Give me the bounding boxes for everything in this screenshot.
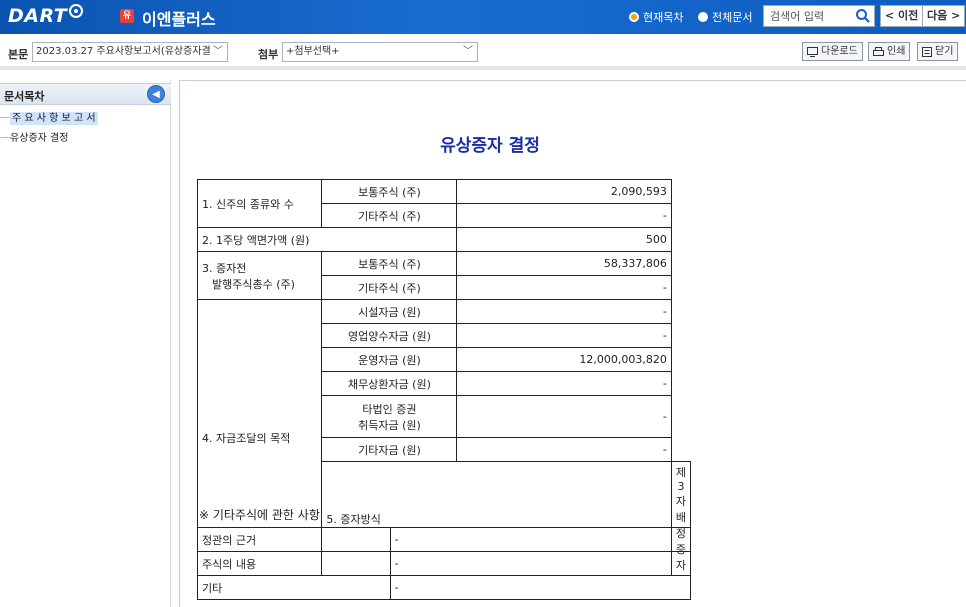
table-cell-value: 58,337,806 [456, 251, 672, 276]
table-cell-sublabel-line: 타법인 증권 [362, 402, 417, 416]
sidebar-item-label: 주 요 사 항 보 고 서 [10, 112, 98, 125]
table-cell-label: 정관의 근거 [197, 527, 391, 552]
close-doc-icon [922, 46, 932, 57]
search-input[interactable]: 검색어 입력 [763, 5, 875, 27]
table-cell-sublabel: 보통주식 (주) [321, 179, 458, 204]
table-cell-label-line: 발행주식총수 (주) [212, 277, 295, 291]
close-label: 닫기 [935, 46, 954, 57]
table-cell-sublabel: 타법인 증권 취득자금 (원) [321, 395, 458, 438]
table-cell-sublabel: 기타주식 (주) [321, 203, 458, 228]
top-header: DART 유 이엔플러스 현재목차 전체문서 검색어 입력 < 이전 다음 > [0, 0, 966, 34]
radio-off-icon [698, 12, 708, 22]
body-label: 본문 [8, 48, 29, 61]
table-row: 4. 자금조달의 목적 시설자금 (원) - [196, 299, 691, 576]
download-button[interactable]: 다운로드 [802, 42, 863, 61]
sidebar-item-rights-offering[interactable]: ┈┈유상증자 결정 [0, 129, 68, 144]
scope-current-option[interactable]: 현재목차 [629, 9, 683, 25]
table-cell-sublabel: 시설자금 (원) [321, 299, 458, 324]
table-cell-value: 12,000,003,820 [456, 347, 672, 372]
table-cell-value: - [456, 323, 672, 348]
table-cell-value: - [456, 395, 672, 438]
table-row: 2. 1주당 액면가액 (원) 500 [196, 227, 691, 252]
table-row: 정관의 근거 - [197, 527, 692, 552]
printer-icon [873, 46, 884, 56]
attach-select-value: +첨부선택+ [286, 46, 340, 57]
dart-logo-mark-icon [68, 3, 84, 23]
table-cell-sublabel: 영업양수자금 (원) [321, 323, 458, 348]
sidebar-item-label: 유상증자 결정 [10, 133, 69, 144]
search-placeholder: 검색어 입력 [770, 10, 825, 23]
sidebar-title: 문서목차 [4, 90, 45, 103]
table-cell-value: - [456, 437, 672, 462]
scope-all-option[interactable]: 전체문서 [698, 9, 752, 25]
document-toolbar: 본문 2023.03.27 주요사항보고서(유상증자결 ﹀ 첨부 +첨부선택+ … [0, 34, 966, 70]
table-row: 기타 - [197, 575, 692, 600]
sidebar-header: 문서목차 ◀ [0, 83, 171, 105]
table-cell-value: 500 [456, 227, 672, 252]
next-button[interactable]: 다음 > [922, 5, 966, 27]
table-cell-label: 1. 신주의 종류와 수 [196, 179, 323, 228]
table-cell-value: - [389, 551, 692, 576]
scope-all-label: 전체문서 [712, 11, 753, 24]
collapse-sidebar-button[interactable]: ◀ [147, 85, 165, 103]
search-icon[interactable] [855, 8, 871, 24]
tree-line: ┈┈ [0, 133, 11, 144]
other-shares-table: 정관의 근거 - 주식의 내용 - 기타 - [197, 527, 692, 600]
chevron-down-icon: ﹀ [463, 46, 473, 57]
table-cell-label: 기타 [197, 575, 391, 600]
table-cell-sublabel: 기타자금 (원) [321, 437, 458, 462]
table-cell-label-line: 3. 증자전 [202, 261, 247, 275]
table-cell-value: - [389, 527, 692, 552]
company-market-badge: 유 [120, 9, 134, 23]
print-button[interactable]: 인쇄 [868, 42, 911, 61]
prev-button[interactable]: < 이전 [880, 5, 924, 27]
print-label: 인쇄 [887, 46, 906, 57]
close-button[interactable]: 닫기 [917, 42, 959, 61]
radio-on-icon [629, 12, 639, 22]
document-title: 유상증자 결정 [440, 136, 540, 156]
sidebar-item-main-report[interactable]: ┈┈ 주 요 사 항 보 고 서 [0, 109, 98, 125]
sidebar: 문서목차 ◀ ┈┈ 주 요 사 항 보 고 서 ┈┈유상증자 결정 [0, 80, 171, 607]
table-cell-sublabel: 채무상환자금 (원) [321, 371, 458, 396]
tree-line: ┈┈ [0, 113, 11, 124]
table-cell-sublabel: 보통주식 (주) [321, 251, 458, 276]
table-cell-value: 2,090,593 [456, 179, 672, 204]
table-row: 3. 증자전 발행주식총수 (주) 보통주식 (주) 58,337,806 [196, 251, 691, 300]
table-row: 1. 신주의 종류와 수 보통주식 (주) 2,090,593 [196, 179, 691, 228]
table-cell-value: - [456, 371, 672, 396]
table-cell-value: - [456, 275, 672, 300]
table-cell-sublabel: 기타주식 (주) [321, 275, 458, 300]
table-cell-value: - [456, 203, 672, 228]
dart-logo[interactable]: DART [8, 5, 67, 27]
download-label: 다운로드 [821, 46, 858, 57]
scope-current-label: 현재목차 [643, 11, 684, 24]
body-select[interactable]: 2023.03.27 주요사항보고서(유상증자결 ﹀ [32, 42, 228, 62]
company-name: 이엔플러스 [142, 10, 216, 29]
table-row: 주식의 내용 - [197, 551, 692, 576]
attach-select[interactable]: +첨부선택+ ﹀ [282, 42, 478, 62]
chevron-down-icon: ﹀ [213, 46, 223, 57]
document-viewer[interactable]: 유상증자 결정 1. 신주의 종류와 수 보통주식 (주) 2,090,593 … [179, 80, 966, 607]
table-cell-label: 3. 증자전 발행주식총수 (주) [196, 251, 323, 300]
monitor-icon [807, 46, 818, 57]
body-select-value: 2023.03.27 주요사항보고서(유상증자결 [36, 46, 211, 57]
table-cell-value: - [456, 299, 672, 324]
attach-label: 첨부 [258, 48, 279, 61]
table-cell-sublabel-line: 취득자금 (원) [358, 418, 421, 432]
table-cell-value: - [389, 575, 692, 600]
other-shares-note: ※ 기타주식에 관한 사항 [199, 508, 320, 522]
table-cell-sublabel: 운영자금 (원) [321, 347, 458, 372]
table-cell-label: 2. 1주당 액면가액 (원) [196, 227, 458, 252]
table-cell-label: 주식의 내용 [197, 551, 391, 576]
